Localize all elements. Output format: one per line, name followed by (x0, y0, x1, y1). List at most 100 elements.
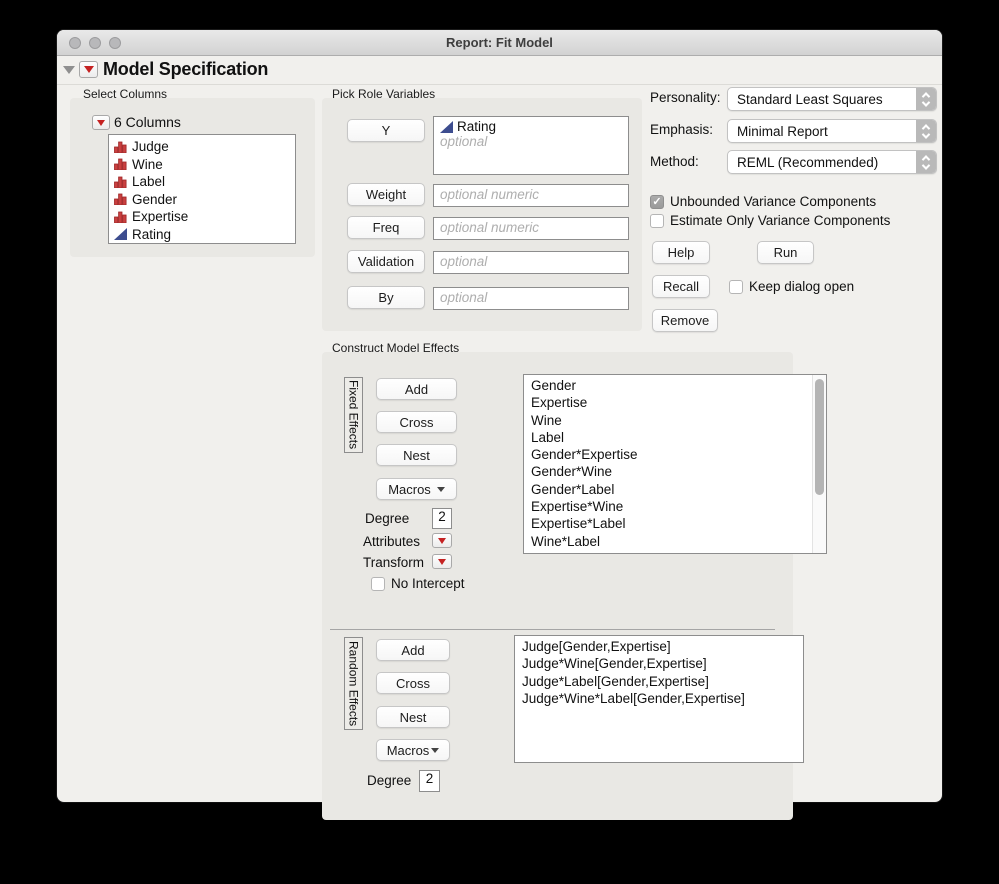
random-nest-button[interactable]: Nest (376, 706, 450, 728)
fixed-nest-button[interactable]: Nest (376, 444, 457, 466)
effect-list-item[interactable]: Wine (531, 412, 810, 429)
random-add-button[interactable]: Add (376, 639, 450, 661)
keep-dialog-row: Keep dialog open (729, 279, 854, 294)
effect-list-item[interactable]: Gender*Wine (531, 463, 810, 480)
emphasis-dropdown[interactable]: Minimal Report (727, 119, 937, 143)
unbounded-variance-checkbox[interactable]: ✓ (650, 194, 664, 209)
random-macros-button[interactable]: Macros (376, 739, 450, 761)
column-list-item[interactable]: Wine (114, 156, 295, 174)
red-triangle-icon (438, 537, 446, 544)
random-cross-button[interactable]: Cross (376, 672, 450, 694)
no-intercept-row: No Intercept (371, 576, 465, 591)
effect-list-item[interactable]: Wine*Label (531, 533, 810, 550)
effect-list-item[interactable]: Judge*Label[Gender,Expertise] (522, 673, 803, 690)
by-drop-zone[interactable]: optional (433, 287, 629, 310)
nominal-histogram-icon (114, 176, 127, 188)
nominal-histogram-icon (114, 211, 127, 223)
remove-button[interactable]: Remove (652, 309, 718, 332)
dropdown-triangle-icon (431, 747, 440, 753)
estimate-only-checkbox[interactable] (650, 213, 664, 228)
column-label: Rating (132, 226, 172, 242)
column-label: Judge (132, 139, 169, 155)
effect-list-item[interactable]: Judge*Wine*Label[Gender,Expertise] (522, 690, 803, 707)
effect-list-item[interactable]: Label (531, 429, 810, 446)
column-list-item[interactable]: Label (114, 173, 295, 191)
freq-drop-zone[interactable]: optional numeric (433, 217, 629, 240)
columns-list: Judge Wine Label Gender Expertise Rating (108, 134, 296, 244)
validation-button[interactable]: Validation (347, 250, 425, 273)
red-triangle-icon (97, 119, 105, 126)
unbounded-variance-row: ✓ Unbounded Variance Components (650, 194, 876, 209)
random-degree-field[interactable]: 2 (419, 770, 440, 792)
weight-drop-zone[interactable]: optional numeric (433, 184, 629, 207)
continuous-triangle-icon (114, 228, 127, 241)
column-label: Wine (132, 156, 163, 172)
validation-drop-zone[interactable]: optional (433, 251, 629, 274)
attributes-label: Attributes (363, 534, 421, 549)
scrollbar-track[interactable] (812, 375, 826, 553)
recall-button[interactable]: Recall (652, 275, 710, 298)
emphasis-label: Emphasis: (650, 122, 714, 137)
y-placeholder: optional (440, 134, 488, 149)
scrollbar-thumb[interactable] (815, 379, 824, 495)
freq-button[interactable]: Freq (347, 216, 425, 239)
red-triangle-icon (438, 558, 446, 565)
fixed-macros-button[interactable]: Macros (376, 478, 457, 500)
window-title: Report: Fit Model (446, 35, 553, 50)
continuous-triangle-icon (440, 120, 453, 133)
effect-list-item[interactable]: Expertise (531, 394, 810, 411)
fixed-degree-field[interactable]: 2 (432, 508, 452, 529)
effect-list-item[interactable]: Judge*Wine[Gender,Expertise] (522, 655, 803, 672)
attributes-red-triangle-button[interactable] (432, 533, 452, 548)
y-drop-zone[interactable]: Rating optional (433, 116, 629, 175)
keep-dialog-checkbox[interactable] (729, 279, 743, 294)
method-label: Method: (650, 154, 699, 169)
column-label: Expertise (132, 209, 189, 225)
section-divider (330, 629, 775, 630)
effect-list-item[interactable]: Expertise*Label (531, 515, 810, 532)
model-specification-header: Model Specification (57, 56, 942, 85)
fixed-effects-list: Gender Expertise Wine Label Gender*Expertise… (523, 374, 827, 554)
weight-button[interactable]: Weight (347, 183, 425, 206)
red-triangle-menu-button[interactable] (79, 61, 98, 78)
run-button[interactable]: Run (757, 241, 814, 264)
fixed-effects-title: Fixed Effects (344, 377, 363, 453)
y-button[interactable]: Y (347, 119, 425, 142)
construct-model-effects-panel: Fixed Effects Add Cross Nest Macros Degr… (322, 352, 827, 820)
transform-red-triangle-button[interactable] (432, 554, 452, 569)
stepper-icon (916, 88, 936, 110)
fixed-cross-button[interactable]: Cross (376, 411, 457, 433)
effect-list-item[interactable]: Expertise*Wine (531, 498, 810, 515)
nominal-histogram-icon (114, 158, 127, 171)
estimate-only-row: Estimate Only Variance Components (650, 213, 890, 228)
random-degree-label: Degree (367, 773, 412, 788)
fixed-degree-label: Degree (365, 511, 410, 526)
effect-list-item[interactable]: Gender*Label (531, 481, 810, 498)
columns-red-triangle-button[interactable] (92, 115, 110, 130)
column-list-item[interactable]: Expertise (114, 208, 295, 226)
random-effects-list: Judge[Gender,Expertise] Judge*Wine[Gender… (514, 635, 804, 763)
method-dropdown[interactable]: REML (Recommended) (727, 150, 937, 174)
column-label: Label (132, 174, 166, 190)
column-list-item[interactable]: Gender (114, 191, 295, 209)
column-list-item[interactable]: Judge (114, 138, 295, 156)
help-button[interactable]: Help (652, 241, 710, 264)
effect-list-item[interactable]: Gender*Expertise (531, 446, 810, 463)
dropdown-triangle-icon (436, 486, 445, 492)
effect-list-item[interactable]: Judge[Gender,Expertise] (522, 638, 803, 655)
personality-dropdown[interactable]: Standard Least Squares (727, 87, 937, 111)
disclosure-triangle-icon[interactable] (63, 66, 75, 74)
y-variable[interactable]: Rating (440, 119, 622, 134)
by-button[interactable]: By (347, 286, 425, 309)
column-list-item[interactable]: Rating (114, 226, 295, 244)
no-intercept-checkbox[interactable] (371, 576, 385, 591)
effect-list-item[interactable]: Gender (531, 377, 810, 394)
column-label: Gender (132, 191, 178, 207)
pick-role-variables-panel: Y Rating optional Weight optional numeri… (322, 98, 642, 331)
stepper-icon (916, 120, 936, 142)
transform-label: Transform (363, 555, 425, 570)
section-title: Model Specification (103, 59, 269, 79)
title-bar[interactable]: Report: Fit Model (57, 30, 942, 56)
fixed-add-button[interactable]: Add (376, 378, 457, 400)
columns-count-label: 6 Columns (114, 114, 181, 130)
